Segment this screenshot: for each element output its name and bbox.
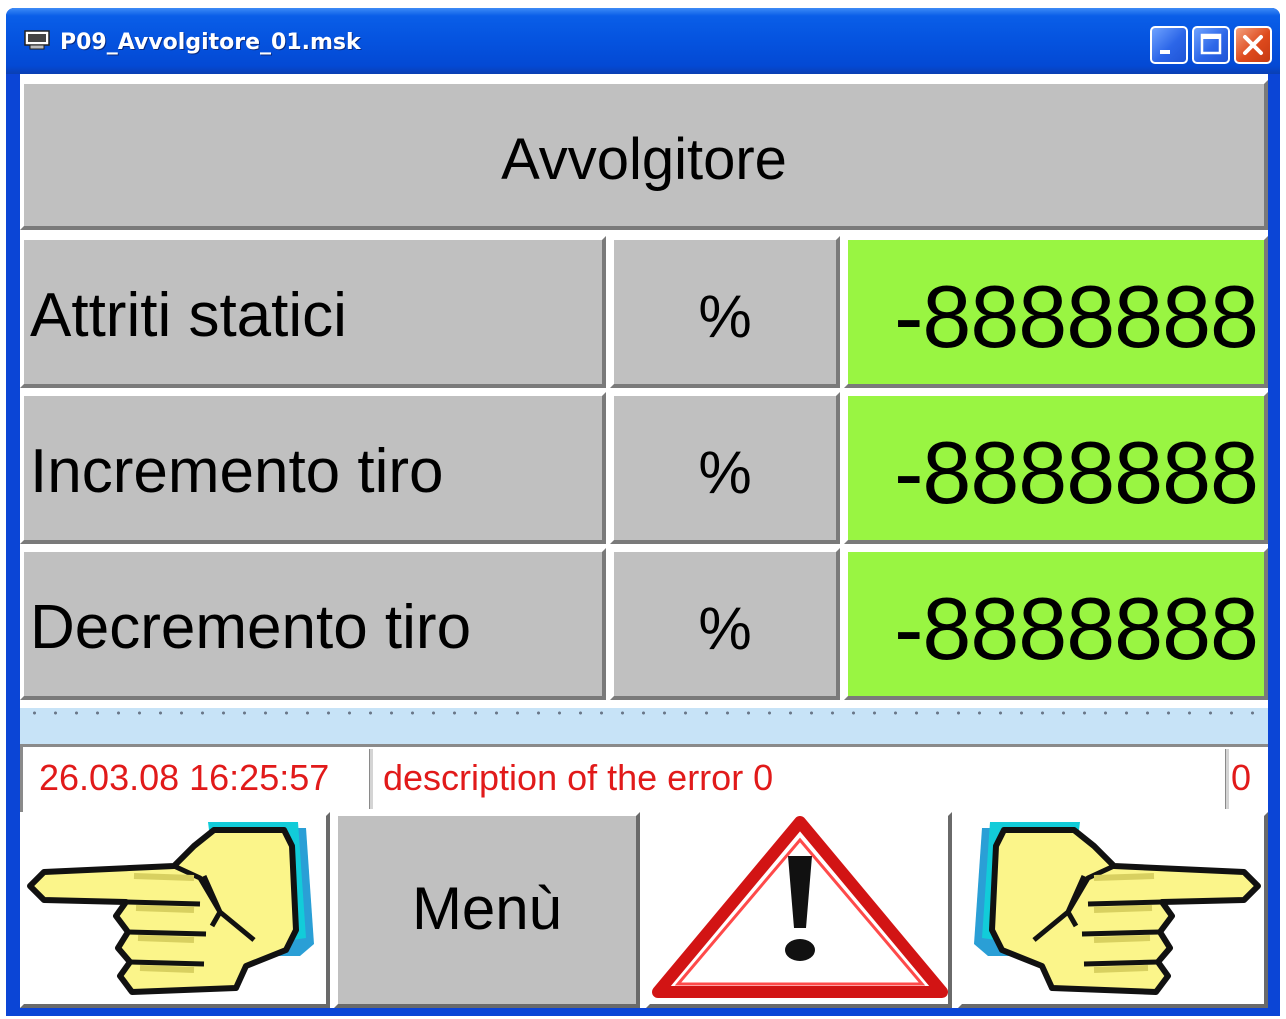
param-unit: % xyxy=(698,283,752,350)
alarm-button[interactable] xyxy=(646,812,952,1008)
param-label: Incremento tiro xyxy=(30,437,444,506)
hand-pointing-left-icon xyxy=(27,822,314,995)
param-label-cell: Decremento tiro xyxy=(20,548,606,700)
warning-triangle-icon xyxy=(652,816,948,998)
param-unit-cell: % xyxy=(610,548,840,700)
param-value: -8888888 xyxy=(894,423,1259,522)
previous-page-button[interactable] xyxy=(20,812,330,1008)
window-app-icon xyxy=(24,30,50,50)
param-value: -8888888 xyxy=(894,579,1259,678)
close-button[interactable] xyxy=(1234,26,1272,64)
minimize-button[interactable] xyxy=(1150,26,1188,64)
alarm-status-bar[interactable]: 26.03.08 16:25:57 description of the err… xyxy=(20,744,1268,812)
minimize-icon xyxy=(1160,50,1170,54)
param-unit: % xyxy=(698,595,752,662)
status-divider xyxy=(1225,749,1229,809)
param-unit-cell: % xyxy=(610,392,840,544)
param-value-field[interactable]: -8888888 xyxy=(844,548,1268,700)
alarm-timestamp: 26.03.08 16:25:57 xyxy=(39,757,330,798)
hmi-screen: Avvolgitore Attriti statici % -8888888 I… xyxy=(20,74,1268,1008)
param-unit: % xyxy=(698,439,752,506)
window-title: P09_Avvolgitore_01.msk xyxy=(60,30,361,55)
alarm-code: 0 xyxy=(1231,757,1252,798)
separator-stripe xyxy=(20,708,1268,744)
page-title: Avvolgitore xyxy=(501,127,787,192)
param-value-field[interactable]: -8888888 xyxy=(844,392,1268,544)
close-icon xyxy=(1243,35,1263,55)
menu-button[interactable]: Menù xyxy=(334,812,640,1008)
title-bar[interactable]: P09_Avvolgitore_01.msk xyxy=(6,8,1280,74)
hand-pointing-right-icon xyxy=(974,822,1261,995)
page-title-panel: Avvolgitore xyxy=(20,80,1268,230)
maximize-icon xyxy=(1200,33,1222,55)
param-unit-cell: % xyxy=(610,236,840,388)
param-label-cell: Incremento tiro xyxy=(20,392,606,544)
app-window: P09_Avvolgitore_01.msk Avvolgitore Attri… xyxy=(6,8,1280,1016)
alarm-message: description of the error 0 xyxy=(383,757,774,798)
param-label-cell: Attriti statici xyxy=(20,236,606,388)
param-label: Decremento tiro xyxy=(30,593,472,662)
param-value-field[interactable]: -8888888 xyxy=(844,236,1268,388)
maximize-button[interactable] xyxy=(1192,26,1230,64)
next-page-button[interactable] xyxy=(958,812,1268,1008)
menu-button-label: Menù xyxy=(411,875,563,942)
param-value: -8888888 xyxy=(894,267,1259,366)
status-divider xyxy=(369,749,373,809)
param-label: Attriti statici xyxy=(30,281,347,350)
